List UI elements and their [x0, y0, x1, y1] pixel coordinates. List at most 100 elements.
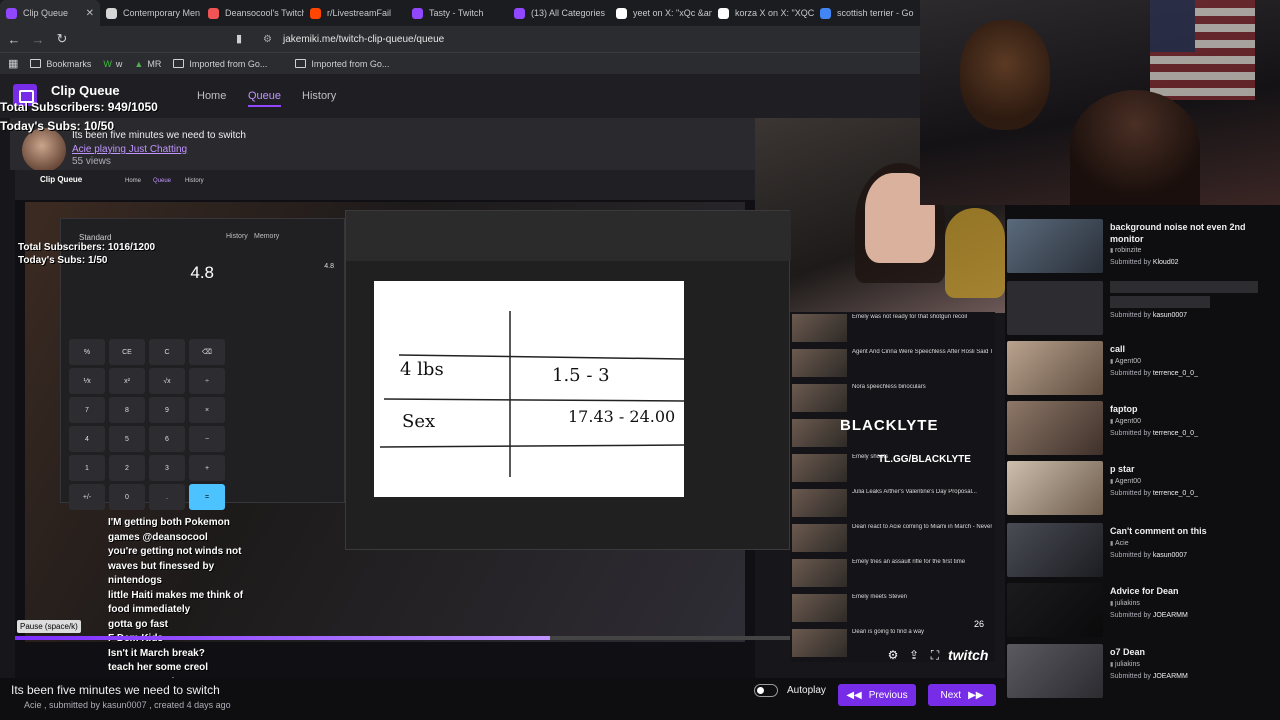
queue-clip-item[interactable]: faptop Agent00 Submitted by terrence_0_0_ — [1006, 398, 1276, 455]
nested-app-header: Clip Queue Home Queue History — [15, 170, 755, 200]
calculator-key: % — [69, 339, 105, 365]
bookmark-w[interactable]: Ww — [103, 59, 122, 69]
reload-icon[interactable]: ↻ — [52, 31, 72, 47]
nested-clip-item-title: Dean react to Acie coming to Miami in Ma… — [852, 524, 992, 530]
twitch-logo[interactable]: twitch — [948, 647, 988, 663]
clip-title: faptop — [1110, 404, 1138, 414]
apps-grid-icon[interactable]: ▦ — [8, 57, 18, 70]
autoplay-label: Autoplay — [787, 685, 826, 696]
clip-player[interactable]: Clip Queue Home Queue History 4 lbs 1.5 … — [0, 118, 1010, 678]
clip-channel: robinzite — [1110, 247, 1141, 254]
tab-favicon-icon — [412, 7, 423, 19]
autoplay-toggle[interactable]: Autoplay — [754, 684, 826, 697]
paint-window: 4 lbs 1.5 - 3 Sex 17.43 - 24.00 — [345, 210, 791, 550]
browser-tab[interactable]: Clip Queue ✕ — [0, 0, 100, 26]
settings-gear-icon[interactable]: ⚙ — [886, 648, 900, 662]
clip-thumbnail — [1007, 523, 1103, 577]
close-tab-icon[interactable]: ✕ — [86, 8, 94, 19]
browser-tab[interactable]: yeet on X: "xQc &am — [610, 0, 712, 26]
back-icon[interactable]: ← — [4, 32, 24, 47]
queue-clip-item[interactable]: call Agent00 Submitted by terrence_0_0_ — [1006, 338, 1276, 395]
autoplay-switch[interactable] — [754, 684, 778, 697]
tab-favicon-icon — [820, 7, 831, 19]
clip-submitter: Submitted by kasun0007 — [1110, 312, 1188, 319]
tab-title: (13) All Categories — [531, 8, 606, 18]
nav-home[interactable]: Home — [197, 90, 226, 102]
nested-subs-total: Total Subscribers: 1016/1200 — [18, 242, 156, 253]
bookmark-imported-1[interactable]: Imported from Go... — [173, 59, 267, 69]
queue-clip-item[interactable]: background noise not even 2nd monitor rob… — [1006, 216, 1276, 273]
url-field[interactable]: ⚙ jakemiki.me/twitch-clip-queue/queue — [255, 31, 895, 48]
submitter-name: terrence_0_0_ — [1152, 430, 1198, 437]
mr-logo-icon: ▲ — [134, 58, 144, 69]
nested-clip-thumbnail — [792, 524, 847, 552]
mascot-plush — [960, 20, 1050, 130]
browser-tab[interactable]: Deansocool's Twitch — [202, 0, 304, 26]
calculator-history-tab: History — [226, 233, 248, 240]
clip-game: playing Just Chatting — [94, 144, 188, 155]
channel-name: Acie — [72, 144, 92, 155]
browser-tab[interactable]: (13) All Categories — [508, 0, 610, 26]
calculator-key: 9 — [149, 397, 185, 423]
clip-thumbnail — [1007, 219, 1103, 273]
site-info-icon[interactable]: ⚙ — [263, 31, 272, 48]
calculator-key: = — [189, 484, 225, 510]
clip-thumbnail — [1007, 401, 1103, 455]
nested-clip-thumbnail — [792, 559, 847, 587]
fullscreen-icon[interactable]: ⛶ — [928, 648, 942, 662]
queue-clip-item[interactable]: Advice for Dean juliakins Submitted by JOE… — [1006, 580, 1276, 637]
browser-tab[interactable]: scottish terrier - Go — [814, 0, 916, 26]
calculator-key: 4 — [69, 426, 105, 452]
bookmark-star-icon[interactable]: ▮ — [236, 32, 242, 45]
channel-name: Acie — [1114, 540, 1129, 547]
queue-clip-item[interactable]: Can't comment on this Acie Submitted by ka… — [1006, 520, 1276, 577]
clip-submitter: Submitted by Kloud02 — [1110, 259, 1179, 266]
tab-title: yeet on X: "xQc &am — [633, 8, 712, 18]
nested-clip-channel[interactable]: Acie playing Just Chatting — [72, 144, 187, 155]
nested-clip-thumbnail — [792, 489, 847, 517]
calculator-key: 0 — [109, 484, 145, 510]
channel-name: Agent00 — [1114, 478, 1142, 485]
clip-submitter: Submitted by terrence_0_0_ — [1110, 370, 1198, 377]
next-icon: ▶▶ — [968, 689, 984, 701]
clip-thumbnail — [1007, 281, 1103, 335]
queue-clip-item[interactable]: Submitted by kasun0007 — [1006, 278, 1276, 335]
bookmark-mr[interactable]: ▲ MR — [134, 59, 161, 69]
submitter-name: JOEARMM — [1152, 673, 1188, 680]
nav-history[interactable]: History — [302, 90, 336, 102]
progress-bar[interactable] — [15, 636, 790, 640]
nav-queue[interactable]: Queue — [248, 90, 282, 107]
calculator-memory-tab: Memory — [254, 233, 280, 240]
browser-tab[interactable]: Tasty - Twitch — [406, 0, 508, 26]
tab-favicon-icon — [718, 7, 729, 19]
clip-submitter: Submitted by kasun0007 — [1110, 552, 1188, 559]
nested-clip-thumbnail — [792, 594, 847, 622]
nested-clip-thumbnail — [792, 384, 847, 412]
browser-tab[interactable]: r/LivestreamFail — [304, 0, 406, 26]
next-button[interactable]: Next ▶▶ — [928, 684, 996, 706]
browser-tab[interactable]: korza X on X: "XQC — [712, 0, 814, 26]
browser-tab[interactable]: Contemporary Men — [100, 0, 202, 26]
address-bar: ← → ↻ ▮ ⚙ jakemiki.me/twitch-clip-queue/… — [0, 26, 920, 52]
chat-message: waves but finessed by — [108, 560, 215, 572]
share-icon[interactable]: ⇪ — [907, 648, 921, 662]
table-line — [379, 444, 684, 448]
clip-channel: Agent00 — [1110, 478, 1141, 485]
paint-cell-4: 17.43 - 24.00 — [568, 407, 676, 426]
previous-button[interactable]: ◀◀ Previous — [838, 684, 916, 706]
folder-icon — [173, 59, 185, 68]
queue-clip-item[interactable]: o7 Dean juliakins Submitted by JOEARMM — [1006, 641, 1276, 698]
calculator-key: 1 — [69, 455, 105, 481]
channel-name: juliakins — [1114, 600, 1140, 607]
queue-clip-item[interactable]: p star Agent00 Submitted by terrence_0_0_ — [1006, 458, 1276, 515]
calculator-key: 6 — [149, 426, 185, 452]
forward-icon[interactable]: → — [28, 32, 48, 47]
nested-nav-queue: Queue — [153, 178, 172, 184]
app-title: Clip Queue — [51, 83, 120, 98]
submitter-name: terrence_0_0_ — [1152, 370, 1198, 377]
clip-title: background noise not even 2nd monitor — [1110, 222, 1246, 244]
bookmark-bookmarks[interactable]: Bookmarks — [30, 59, 91, 69]
chat-overlay: I'M getting both Pokemon games @deansocoo… — [108, 516, 308, 678]
bookmark-imported-2[interactable]: Imported from Go... — [295, 59, 389, 69]
table-line — [383, 398, 684, 402]
